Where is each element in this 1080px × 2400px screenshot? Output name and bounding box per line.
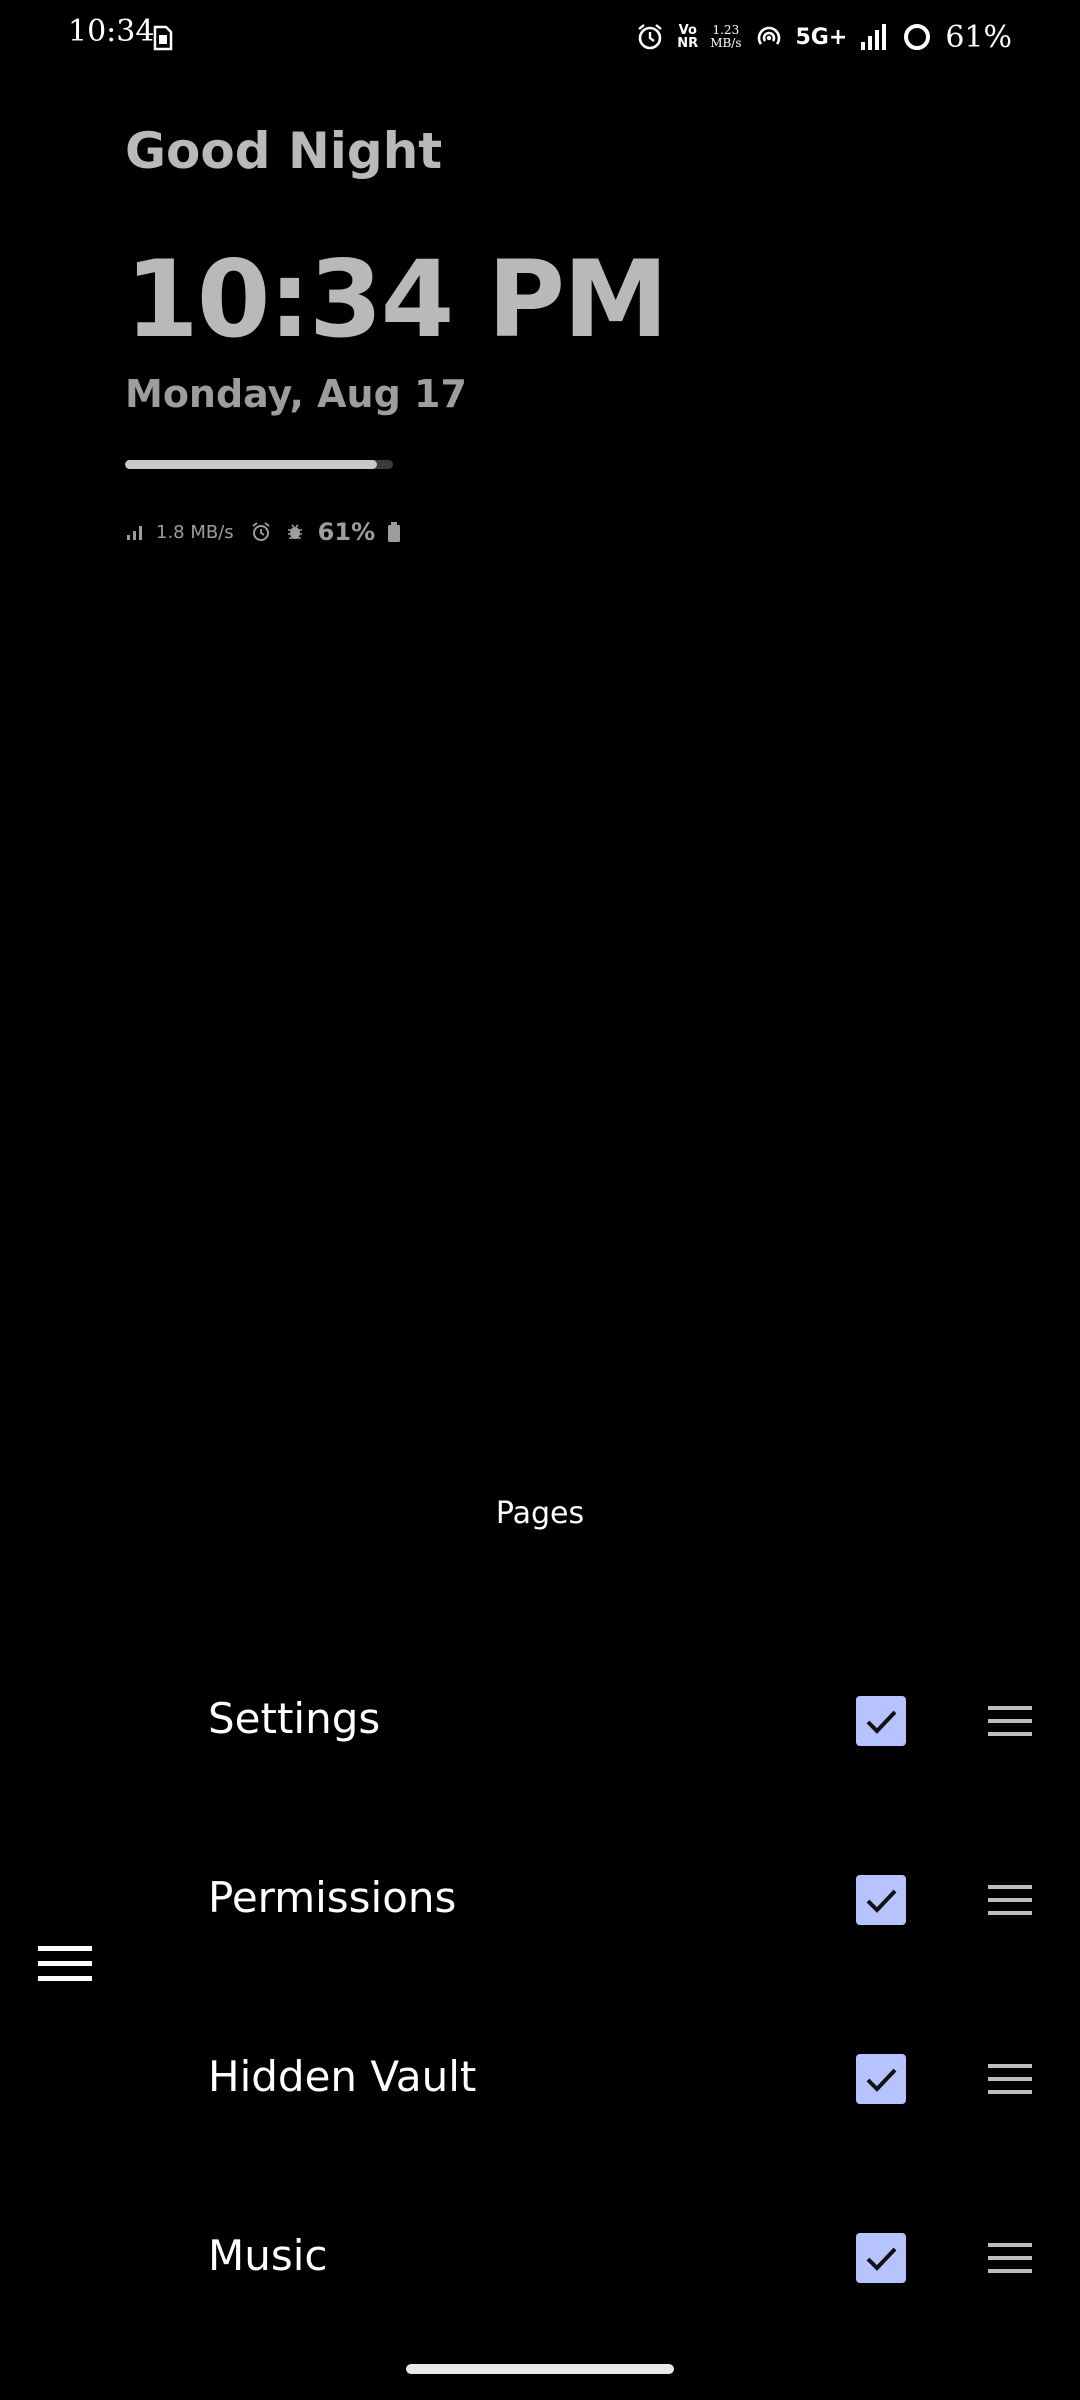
check-icon xyxy=(866,1710,897,1734)
page-checkbox[interactable] xyxy=(856,1875,906,1925)
clock-date: Monday, Aug 17 xyxy=(125,372,467,416)
check-icon xyxy=(866,2068,897,2092)
drag-handle-icon[interactable] xyxy=(988,1704,1032,1738)
drag-handle-icon[interactable] xyxy=(988,2062,1032,2096)
day-progress-fill xyxy=(125,460,377,469)
page-row-permissions[interactable]: Permissions xyxy=(0,1839,1080,1959)
home-indicator[interactable] xyxy=(406,2364,674,2374)
drag-handle-icon[interactable] xyxy=(988,1883,1032,1917)
alarm-icon xyxy=(252,522,270,541)
screen: 10:34 Vo NR 1.23 MB/s 5G+ 61% Good Night… xyxy=(0,0,1080,2400)
vonr-bottom: NR xyxy=(677,36,699,51)
widget-net-speed: 1.8 MB/s xyxy=(156,521,234,543)
widget-info-row: 1.8 MB/s 61% xyxy=(126,518,401,546)
page-row-music[interactable]: Music xyxy=(0,2197,1080,2317)
page-checkbox[interactable] xyxy=(856,2233,906,2283)
sim-card-icon xyxy=(153,25,173,51)
page-checkbox[interactable] xyxy=(856,2054,906,2104)
signal-icon xyxy=(861,24,887,50)
hotspot-icon xyxy=(757,26,780,45)
battery-ring-icon xyxy=(904,24,931,50)
page-label: Hidden Vault xyxy=(208,2052,477,2101)
battery-icon xyxy=(388,522,401,542)
day-progress-bar xyxy=(125,460,393,469)
page-label: Music xyxy=(208,2231,328,2280)
network-type: 5G+ xyxy=(795,24,848,50)
vonr-indicator: Vo NR xyxy=(677,24,698,50)
net-speed-unit: MB/s xyxy=(710,36,742,50)
battery-percent: 61% xyxy=(945,19,1012,55)
check-icon xyxy=(866,2247,897,2271)
net-speed-indicator: 1.23 MB/s xyxy=(710,24,741,50)
clock-time: 10:34 PM xyxy=(125,238,668,361)
greeting-text: Good Night xyxy=(125,122,443,180)
pages-title: Pages xyxy=(495,1496,585,1531)
page-label: Settings xyxy=(208,1694,381,1743)
page-row-hidden-vault[interactable]: Hidden Vault xyxy=(0,2018,1080,2138)
status-bar: 10:34 Vo NR 1.23 MB/s 5G+ 61% xyxy=(0,0,1080,74)
bug-icon xyxy=(287,524,302,539)
widget-battery: 61% xyxy=(317,518,376,546)
page-label: Permissions xyxy=(208,1873,457,1922)
signal-icon xyxy=(127,526,142,540)
status-icons: Vo NR 1.23 MB/s 5G+ 61% xyxy=(635,14,1012,60)
page-checkbox[interactable] xyxy=(856,1696,906,1746)
status-time: 10:34 xyxy=(68,14,155,49)
menu-icon[interactable] xyxy=(38,1944,92,1984)
page-row-settings[interactable]: Settings xyxy=(0,1660,1080,1780)
alarm-icon xyxy=(638,24,663,50)
check-icon xyxy=(866,1889,897,1913)
drag-handle-icon[interactable] xyxy=(988,2241,1032,2275)
